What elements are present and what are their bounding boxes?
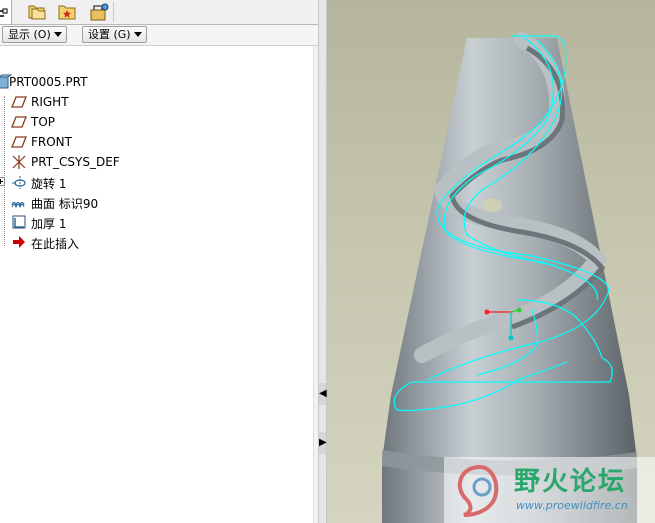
- tree-item-revolve[interactable]: 旋转 1: [0, 172, 310, 192]
- tree-item-label: RIGHT: [31, 95, 69, 109]
- tree-item-label: 旋转 1: [31, 177, 67, 191]
- tree-item-csys[interactable]: PRT_CSYS_DEF: [0, 152, 310, 172]
- display-dropdown[interactable]: 显示 (O): [2, 26, 67, 43]
- tree-item-label: PRT_CSYS_DEF: [31, 155, 120, 169]
- tab-favorites[interactable]: [52, 0, 81, 23]
- tab-folder-browser[interactable]: [22, 0, 51, 23]
- watermark-url: www.proewildfire.cn: [516, 499, 628, 512]
- model-tree-panel: 显示 (O) 设置 (G) PRT0005.PRT RIGHT TOP FRON…: [0, 0, 319, 523]
- settings-dropdown[interactable]: 设置 (G): [82, 26, 147, 43]
- expand-plus-icon[interactable]: [0, 177, 5, 186]
- tab-separator: [113, 2, 114, 22]
- tree-root-label: PRT0005.PRT: [9, 75, 88, 89]
- tree-item-label: FRONT: [31, 135, 72, 149]
- navigator-tabs: [0, 0, 318, 25]
- tree-icon: [0, 8, 7, 17]
- tree-item-surface[interactable]: 曲面 标识90: [0, 192, 310, 212]
- tree-item-right[interactable]: RIGHT: [0, 92, 310, 112]
- display-dropdown-label: 显示 (O): [8, 28, 51, 41]
- cone-hole: [482, 198, 502, 212]
- watermark-title: 野火论坛: [514, 467, 627, 497]
- surface-icon: [11, 201, 25, 209]
- tree-root[interactable]: PRT0005.PRT: [0, 72, 310, 92]
- model-view[interactable]: [327, 0, 655, 523]
- chevron-down-icon: [134, 32, 142, 37]
- folders-icon: [28, 5, 45, 19]
- tree-item-thicken[interactable]: 加厚 1: [0, 212, 310, 232]
- watermark: 野火论坛 www.proewildfire.cn: [444, 457, 655, 523]
- revolve-icon: [12, 176, 26, 189]
- tree-item-top[interactable]: TOP: [0, 112, 310, 132]
- settings-dropdown-label: 设置 (G): [88, 28, 131, 41]
- tree-item-insert-here[interactable]: 在此插入: [0, 232, 310, 252]
- favorites-star-icon: [58, 5, 75, 19]
- chevron-left-icon: ◀: [319, 388, 327, 399]
- datum-plane-icon: [11, 136, 27, 148]
- tree-item-label: TOP: [31, 115, 56, 129]
- thicken-icon: [12, 215, 26, 229]
- csys-icon: [12, 155, 26, 169]
- panel-splitter[interactable]: ◀ ▶: [318, 0, 327, 523]
- tab-connections[interactable]: [84, 0, 113, 23]
- datum-plane-icon: [11, 116, 27, 128]
- datum-plane-icon: [11, 96, 27, 108]
- expand-right-handle[interactable]: ▶: [319, 432, 327, 454]
- tree-item-front[interactable]: FRONT: [0, 132, 310, 152]
- tab-model-tree[interactable]: [0, 0, 12, 24]
- collapse-left-handle[interactable]: ◀: [319, 383, 327, 405]
- chevron-down-icon: [54, 32, 62, 37]
- tree-item-label: 加厚 1: [31, 217, 67, 231]
- graphics-window[interactable]: 野火论坛 www.proewildfire.cn: [327, 0, 655, 523]
- connections-icon: [90, 3, 108, 20]
- insert-here-arrow-icon: [13, 236, 25, 248]
- tree-item-label: 在此插入: [31, 237, 80, 251]
- chevron-right-icon: ▶: [319, 437, 327, 448]
- forum-logo-icon: [457, 464, 499, 517]
- tree-item-label: 曲面 标识90: [31, 197, 99, 211]
- cone-body[interactable]: [382, 38, 637, 523]
- tree-toolbar: 显示 (O) 设置 (G): [0, 25, 318, 46]
